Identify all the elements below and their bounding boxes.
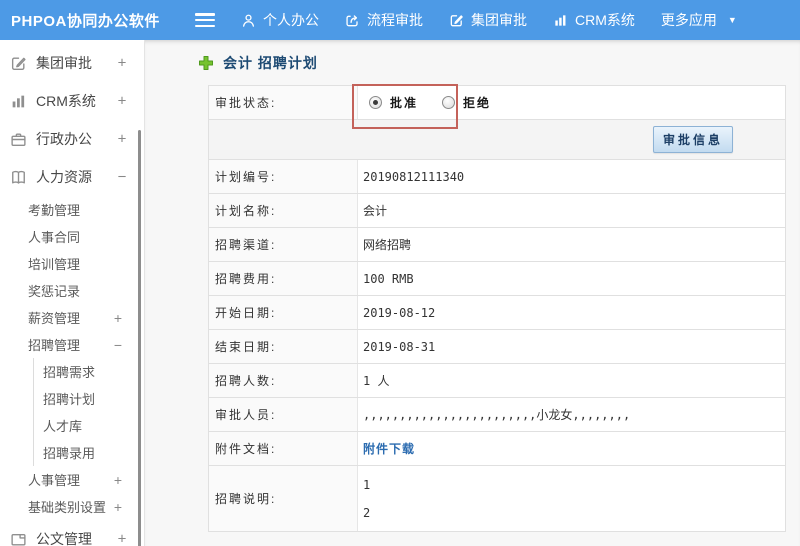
sidebar-item-talent-pool[interactable]: 人才库 [34,412,144,439]
expand-icon[interactable]: + [111,472,125,488]
sidebar-item-group-approval[interactable]: 集团审批 + [0,44,144,82]
edit-icon [10,55,27,72]
sidebar-item-recruit-hire[interactable]: 招聘录用 [34,439,144,466]
user-icon [241,13,256,28]
sidebar-item-recruit-demand[interactable]: 招聘需求 [34,358,144,385]
attachment-download-link[interactable]: 附件下载 [363,440,415,457]
recruit-cost-value: 100 RMB [358,262,785,295]
radio-approve[interactable]: 批准 [369,94,418,111]
table-row: 附件文档: 附件下载 [209,432,785,466]
table-row: 开始日期: 2019-08-12 [209,296,785,330]
nav-more-apps[interactable]: 更多应用 ▼ [661,10,737,30]
main-content: 会计 招聘计划 审批状态: 批准 拒绝 审批信息 计划编号: 201908121… [145,40,800,546]
table-row: 招聘说明: 1 2 [209,466,785,532]
expand-icon[interactable]: + [115,531,129,546]
edit-icon [449,13,464,28]
table-row: 招聘渠道: 网络招聘 [209,228,785,262]
recruit-submenu: 招聘需求 招聘计划 人才库 招聘录用 [33,358,144,466]
recruit-plan-form: 审批状态: 批准 拒绝 审批信息 计划编号: 20190812111340 计划… [208,85,786,532]
app-logo: PHPOA协同办公软件 [11,12,160,30]
sidebar-item-human-resources[interactable]: 人力资源 − [0,158,144,196]
bar-chart-icon [10,93,27,110]
plan-name-value: 会计 [358,194,785,227]
plan-number-value: 20190812111340 [358,160,785,193]
menu-icon[interactable] [195,13,215,27]
sidebar-item-hr-contract[interactable]: 人事合同 [0,223,144,250]
page-header: 会计 招聘计划 [145,40,800,85]
radio-reject-circle[interactable] [442,96,456,109]
briefcase-icon [10,131,27,148]
sidebar-item-rewards[interactable]: 奖惩记录 [0,277,144,304]
sidebar-item-crm-system[interactable]: CRM系统 + [0,82,144,120]
approvers-value: ,,,,,,,,,,,,,,,,,,,,,,,,小龙女,,,,,,,, [358,398,785,431]
recruit-description-value: 1 2 [358,466,785,531]
add-icon [198,55,214,71]
recruit-channel-value: 网络招聘 [358,228,785,261]
document-icon [10,531,27,546]
sidebar-item-recruit-plan[interactable]: 招聘计划 [34,385,144,412]
table-row: 招聘费用: 100 RMB [209,262,785,296]
expand-icon[interactable]: + [115,93,129,110]
table-row: 审批人员: ,,,,,,,,,,,,,,,,,,,,,,,,小龙女,,,,,,,… [209,398,785,432]
nav-group-approval[interactable]: 集团审批 [449,10,527,30]
expand-icon[interactable]: + [111,499,125,515]
process-icon [345,13,360,28]
expand-icon[interactable]: + [115,131,129,148]
top-menu: 个人办公 流程审批 集团审批 CRM系统 更多应用 ▼ [241,10,737,30]
sidebar-item-admin-office[interactable]: 行政办公 + [0,120,144,158]
radio-reject[interactable]: 拒绝 [442,94,491,111]
bar-chart-icon [553,13,568,28]
sidebar: 集团审批 + CRM系统 + 行政办公 + 人力资源 − 考勤管理 人事合同 培… [0,40,145,546]
app-window: PHPOA协同办公软件 个人办公 流程审批 集团审批 CRM系统 更多应用 ▼ [0,0,800,546]
expand-icon[interactable]: + [115,55,129,72]
radio-approve-circle[interactable] [369,96,382,109]
chevron-down-icon: ▼ [727,15,737,25]
collapse-icon[interactable]: − [115,169,129,186]
page-title: 会计 招聘计划 [223,54,318,71]
sidebar-item-official-docs[interactable]: 公文管理 + [0,520,144,546]
book-icon [10,169,27,186]
approve-info-button[interactable]: 审批信息 [652,126,733,153]
table-row: 计划名称: 会计 [209,194,785,228]
nav-process-approval[interactable]: 流程审批 [345,10,423,30]
status-label: 审批状态: [209,86,358,119]
top-navbar: PHPOA协同办公软件 个人办公 流程审批 集团审批 CRM系统 更多应用 ▼ [0,0,800,40]
sidebar-item-training[interactable]: 培训管理 [0,250,144,277]
button-row: 审批信息 [209,120,785,160]
end-date-value: 2019-08-31 [358,330,785,363]
sidebar-scrollbar[interactable] [138,130,141,546]
start-date-value: 2019-08-12 [358,296,785,329]
table-row: 计划编号: 20190812111340 [209,160,785,194]
headcount-value: 1 人 [358,364,785,397]
sidebar-item-attendance[interactable]: 考勤管理 [0,196,144,223]
table-row: 招聘人数: 1 人 [209,364,785,398]
nav-personal-office[interactable]: 个人办公 [241,10,319,30]
table-row: 结束日期: 2019-08-31 [209,330,785,364]
collapse-icon[interactable]: − [111,337,125,353]
approval-status-radios: 批准 拒绝 [363,94,491,111]
sidebar-item-recruit-mgmt[interactable]: 招聘管理 − [0,331,144,358]
status-row: 审批状态: 批准 拒绝 [209,86,785,120]
expand-icon[interactable]: + [111,310,125,326]
sidebar-item-base-category[interactable]: 基础类别设置 + [0,493,144,520]
nav-crm-system[interactable]: CRM系统 [553,10,635,30]
sidebar-item-personnel[interactable]: 人事管理 + [0,466,144,493]
sidebar-item-salary[interactable]: 薪资管理 + [0,304,144,331]
